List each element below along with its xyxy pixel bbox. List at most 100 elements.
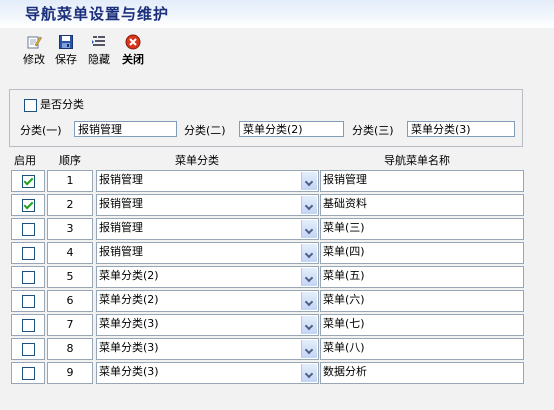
order-cell: 3	[47, 218, 93, 240]
category-select[interactable]: 菜单分类(2)	[96, 290, 319, 312]
table-row: 4 报销管理 菜单(四)	[0, 242, 554, 266]
menu-name-input[interactable]: 菜单(八)	[320, 338, 524, 360]
enabled-cell	[11, 290, 45, 312]
category-select-value: 菜单分类(3)	[99, 317, 159, 330]
menu-name-input[interactable]: 菜单(三)	[320, 218, 524, 240]
title-bar: 导航菜单设置与维护	[0, 0, 554, 28]
edit-icon	[27, 36, 42, 49]
hide-button[interactable]: 隐藏	[84, 34, 114, 67]
category-1-label: 分类(一)	[20, 124, 62, 137]
chevron-down-icon[interactable]	[301, 364, 317, 382]
category-select-value: 报销管理	[99, 197, 143, 210]
header-menu-name: 导航菜单名称	[384, 154, 450, 167]
category-select-value: 报销管理	[99, 245, 143, 258]
enabled-checkbox[interactable]	[22, 367, 35, 380]
enabled-cell	[11, 338, 45, 360]
category-select[interactable]: 报销管理	[96, 194, 319, 216]
enabled-checkbox[interactable]	[22, 175, 35, 188]
enabled-checkbox[interactable]	[22, 343, 35, 356]
category-select[interactable]: 菜单分类(2)	[96, 266, 319, 288]
menu-name-input[interactable]: 菜单(五)	[320, 266, 524, 288]
category-select-value: 菜单分类(2)	[99, 293, 159, 306]
chevron-down-icon[interactable]	[301, 244, 317, 262]
enabled-cell	[11, 266, 45, 288]
menu-name-input[interactable]: 基础资料	[320, 194, 524, 216]
is-categorized-label: 是否分类	[40, 98, 84, 111]
chevron-down-icon[interactable]	[301, 292, 317, 310]
order-cell: 8	[47, 338, 93, 360]
enabled-checkbox[interactable]	[22, 319, 35, 332]
table-row: 7 菜单分类(3) 菜单(七)	[0, 314, 554, 338]
category-select-value: 菜单分类(3)	[99, 365, 159, 378]
enabled-cell	[11, 362, 45, 384]
category-3-input[interactable]: 菜单分类(3)	[407, 121, 515, 137]
table-row: 2 报销管理 基础资料	[0, 194, 554, 218]
menu-name-input[interactable]: 报销管理	[320, 170, 524, 192]
table-row: 9 菜单分类(3) 数据分析	[0, 362, 554, 386]
order-cell: 5	[47, 266, 93, 288]
category-2-label: 分类(二)	[184, 124, 226, 137]
category-select-value: 菜单分类(3)	[99, 341, 159, 354]
chevron-down-icon[interactable]	[301, 196, 317, 214]
close-icon	[125, 34, 141, 50]
checkbox[interactable]	[24, 98, 37, 112]
category-select[interactable]: 菜单分类(3)	[96, 338, 319, 360]
menu-name-input[interactable]: 数据分析	[320, 362, 524, 384]
enabled-checkbox[interactable]	[22, 199, 35, 212]
chevron-down-icon[interactable]	[301, 268, 317, 286]
enabled-cell	[11, 194, 45, 216]
menu-name-input[interactable]: 菜单(六)	[320, 290, 524, 312]
table-row: 1 报销管理 报销管理	[0, 170, 554, 194]
menu-name-input[interactable]: 菜单(七)	[320, 314, 524, 336]
menu-name-input[interactable]: 菜单(四)	[320, 242, 524, 264]
category-select-value: 报销管理	[99, 173, 143, 186]
category-3-label: 分类(三)	[352, 124, 394, 137]
category-select[interactable]: 菜单分类(3)	[96, 314, 319, 336]
hide-label: 隐藏	[88, 53, 110, 66]
save-icon	[59, 35, 73, 49]
table-row: 5 菜单分类(2) 菜单(五)	[0, 266, 554, 290]
close-button[interactable]: 关闭	[118, 34, 148, 67]
order-cell: 9	[47, 362, 93, 384]
chevron-down-icon[interactable]	[301, 340, 317, 358]
category-select[interactable]: 报销管理	[96, 242, 319, 264]
category-select[interactable]: 报销管理	[96, 218, 319, 240]
close-label: 关闭	[122, 53, 144, 66]
category-settings-group: 是否分类 分类(一) 报销管理 分类(二) 菜单分类(2) 分类(三) 菜单分类…	[9, 89, 523, 147]
enabled-cell	[11, 242, 45, 264]
enabled-cell	[11, 170, 45, 192]
enabled-cell	[11, 314, 45, 336]
table-row: 3 报销管理 菜单(三)	[0, 218, 554, 242]
category-select-value: 报销管理	[99, 221, 143, 234]
header-enabled: 启用	[14, 154, 36, 167]
chevron-down-icon[interactable]	[301, 316, 317, 334]
enabled-checkbox[interactable]	[22, 223, 35, 236]
category-2-input[interactable]: 菜单分类(2)	[239, 121, 344, 137]
order-cell: 6	[47, 290, 93, 312]
order-cell: 2	[47, 194, 93, 216]
category-1-input[interactable]: 报销管理	[74, 121, 177, 137]
chevron-down-icon[interactable]	[301, 220, 317, 238]
edit-button[interactable]: 修改	[19, 34, 49, 67]
is-categorized-checkbox[interactable]: 是否分类	[24, 96, 84, 112]
enabled-checkbox[interactable]	[22, 295, 35, 308]
page-title: 导航菜单设置与维护	[25, 5, 170, 23]
edit-label: 修改	[23, 53, 45, 66]
enabled-checkbox[interactable]	[22, 271, 35, 284]
chevron-down-icon[interactable]	[301, 172, 317, 190]
table-row: 8 菜单分类(3) 菜单(八)	[0, 338, 554, 362]
enabled-cell	[11, 218, 45, 240]
table-row: 6 菜单分类(2) 菜单(六)	[0, 290, 554, 314]
order-cell: 7	[47, 314, 93, 336]
save-label: 保存	[55, 53, 77, 66]
header-category: 菜单分类	[175, 154, 219, 167]
category-select[interactable]: 报销管理	[96, 170, 319, 192]
order-cell: 4	[47, 242, 93, 264]
enabled-checkbox[interactable]	[22, 247, 35, 260]
header-order: 顺序	[59, 154, 81, 167]
hide-icon	[92, 36, 105, 46]
order-cell: 1	[47, 170, 93, 192]
category-select[interactable]: 菜单分类(3)	[96, 362, 319, 384]
category-select-value: 菜单分类(2)	[99, 269, 159, 282]
save-button[interactable]: 保存	[51, 34, 81, 67]
